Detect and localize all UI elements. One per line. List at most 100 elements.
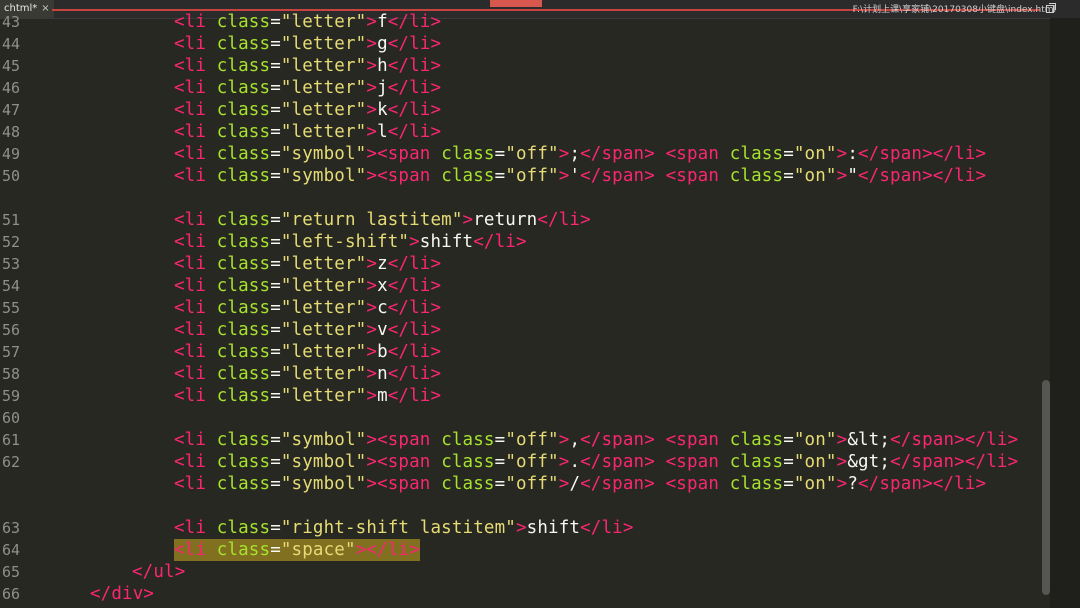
code-token: "letter" xyxy=(280,320,367,340)
code-line[interactable]: 55 <li class="letter">c</li> xyxy=(0,297,1050,319)
code-token: class xyxy=(216,452,271,472)
code-token: <li xyxy=(174,78,217,98)
line-number: 43 xyxy=(1,13,20,31)
code-token: = xyxy=(270,166,281,186)
code-line[interactable]: 64 <li class="space"></li> xyxy=(0,539,1050,561)
code-line[interactable]: 50 <li class="symbol"><span class="off">'… xyxy=(0,165,1050,187)
code-token: > xyxy=(366,144,378,164)
code-line[interactable]: 57 <li class="letter">b</li> xyxy=(0,341,1050,363)
code-token: = xyxy=(783,166,794,186)
code-line[interactable]: 49 <li class="symbol"><span class="off">;… xyxy=(0,143,1050,165)
code-line[interactable]: 59 <li class="letter">m</li> xyxy=(0,385,1050,407)
code-token: ' xyxy=(569,166,581,186)
line-number: 59 xyxy=(1,387,20,405)
code-line[interactable]: 60 xyxy=(0,407,1050,429)
code-line[interactable]: 62 <li class="symbol"><span class="off">.… xyxy=(0,451,1050,473)
code-text: <li class="symbol"><span class="off">'</… xyxy=(174,165,986,187)
code-line[interactable]: <li class="symbol"><span class="off">/</… xyxy=(0,473,1050,495)
code-token: > xyxy=(558,430,570,450)
code-token: </span></li> xyxy=(890,430,1019,450)
code-token: > xyxy=(366,298,378,318)
code-token: > xyxy=(366,452,378,472)
code-line[interactable]: 43 <li class="letter">f</li> xyxy=(0,11,1050,33)
code-token: = xyxy=(270,232,281,252)
code-token: class xyxy=(729,430,784,450)
code-token: = xyxy=(270,254,281,274)
code-token: "letter" xyxy=(280,100,367,120)
code-token: class xyxy=(216,144,271,164)
code-token: <li xyxy=(174,100,217,120)
code-line[interactable]: 58 <li class="letter">n</li> xyxy=(0,363,1050,385)
line-number: 50 xyxy=(1,167,20,185)
code-line[interactable]: 54 <li class="letter">x</li> xyxy=(0,275,1050,297)
code-line[interactable]: 51 <li class="return lastitem">return</li… xyxy=(0,209,1050,231)
code-token: > xyxy=(836,474,848,494)
code-token: > xyxy=(366,12,378,32)
code-text: <li class="letter">x</li> xyxy=(174,275,441,297)
vertical-scrollbar-track[interactable] xyxy=(1050,18,1080,608)
code-text: <li class="return lastitem">return</li> xyxy=(174,209,591,231)
code-token: class xyxy=(216,232,271,252)
code-line[interactable]: 48 <li class="letter">l</li> xyxy=(0,121,1050,143)
code-line[interactable]: 56 <li class="letter">v</li> xyxy=(0,319,1050,341)
code-line[interactable]: 47 <li class="letter">k</li> xyxy=(0,99,1050,121)
code-token: "letter" xyxy=(280,298,367,318)
code-token: <span xyxy=(377,166,442,186)
code-line[interactable] xyxy=(0,187,1050,209)
code-text: <li class="symbol"><span class="off">,</… xyxy=(174,429,1018,451)
code-token: class xyxy=(216,56,271,76)
code-token: = xyxy=(270,298,281,318)
code-token: </div> xyxy=(90,584,155,604)
code-token: <li xyxy=(174,56,217,76)
code-token: "symbol" xyxy=(280,452,367,472)
code-token: return xyxy=(473,210,538,230)
line-number: 52 xyxy=(1,233,20,251)
scrollbar-thumb[interactable] xyxy=(1042,380,1050,595)
code-token: "off" xyxy=(505,430,559,450)
code-token: <span xyxy=(377,474,442,494)
code-token: = xyxy=(270,12,281,32)
code-token: g xyxy=(377,34,388,54)
code-token: <li xyxy=(174,122,217,142)
code-token: </li> xyxy=(387,276,442,296)
code-line[interactable]: 45 <li class="letter">h</li> xyxy=(0,55,1050,77)
code-token: <span xyxy=(665,452,730,472)
code-editor[interactable]: 43 <li class="letter">f</li> 44 <li class="… xyxy=(0,0,1050,608)
code-token: &gt; xyxy=(847,452,891,472)
code-token: = xyxy=(270,320,281,340)
code-token: class xyxy=(216,342,271,362)
code-token: "off" xyxy=(505,474,559,494)
code-token: <li xyxy=(174,364,217,384)
code-line[interactable]: 61 <li class="symbol"><span class="off">,… xyxy=(0,429,1050,451)
code-token: <li xyxy=(174,298,217,318)
code-token: v xyxy=(377,320,388,340)
code-line[interactable]: 65 </ul> xyxy=(0,561,1050,583)
code-line[interactable]: 52 <li class="left-shift">shift</li> xyxy=(0,231,1050,253)
line-number: 57 xyxy=(1,343,20,361)
code-text: <li class="letter">l</li> xyxy=(174,121,441,143)
code-token: "letter" xyxy=(280,386,367,406)
code-text: <li class="letter">c</li> xyxy=(174,297,441,319)
code-line[interactable]: 63 <li class="right-shift lastitem">shift… xyxy=(0,517,1050,539)
code-token: </li> xyxy=(387,100,442,120)
code-token: </li> xyxy=(580,518,634,538)
code-token: n xyxy=(377,364,388,384)
code-token: <li xyxy=(174,210,217,230)
code-line[interactable]: 53 <li class="letter">z</li> xyxy=(0,253,1050,275)
code-token: = xyxy=(783,452,794,472)
code-text: <li class="letter">h</li> xyxy=(174,55,441,77)
code-token: "on" xyxy=(793,166,837,186)
code-token: > xyxy=(366,34,378,54)
line-number: 56 xyxy=(1,321,20,339)
code-token: class xyxy=(216,364,271,384)
code-token: . xyxy=(569,452,581,472)
code-token: <li xyxy=(174,430,217,450)
code-token: > xyxy=(366,166,378,186)
code-line[interactable]: 46 <li class="letter">j</li> xyxy=(0,77,1050,99)
code-line[interactable]: 66 </div> xyxy=(0,583,1050,605)
code-token: </span> xyxy=(580,144,655,164)
code-line[interactable]: 44 <li class="letter">g</li> xyxy=(0,33,1050,55)
code-line[interactable] xyxy=(0,495,1050,517)
code-token: = xyxy=(494,166,506,186)
